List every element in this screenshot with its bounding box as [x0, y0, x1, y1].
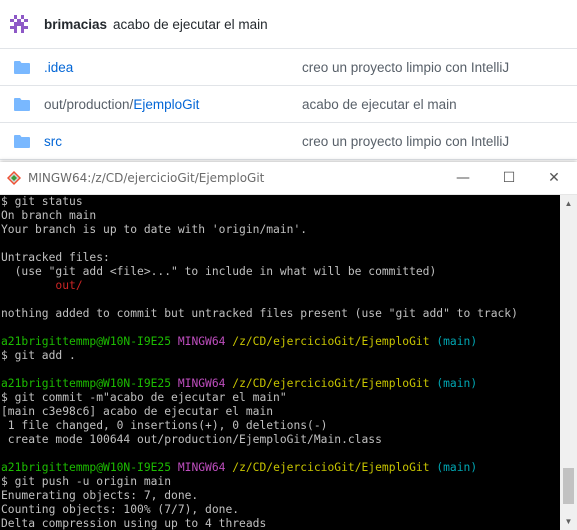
- terminal-line: Untracked files:: [1, 251, 561, 265]
- terminal-text: a21brigittemmp@W10N-I9E25: [1, 335, 172, 348]
- terminal-line: Enumerating objects: 7, done.: [1, 489, 561, 503]
- terminal-text: a21brigittemmp@W10N-I9E25: [1, 377, 172, 390]
- terminal-line: [main c3e98c6] acabo de ejecutar el main: [1, 405, 561, 419]
- terminal-line: out/: [1, 279, 561, 293]
- file-commit-message-link[interactable]: creo un proyecto limpio con IntelliJ: [302, 60, 509, 75]
- folder-icon: [14, 60, 30, 74]
- file-commit-message-link[interactable]: acabo de ejecutar el main: [302, 97, 457, 112]
- terminal-text: Counting objects: 100% (7/7), done.: [1, 503, 240, 516]
- terminal-text: (main): [429, 335, 478, 348]
- terminal-text: $ git commit -m"acabo de ejecutar el mai…: [1, 391, 287, 404]
- terminal-text: Enumerating objects: 7, done.: [1, 489, 199, 502]
- file-name-suffix: EjemploGit: [133, 96, 200, 112]
- terminal-window: MINGW64:/z/CD/ejercicioGit/EjemploGit — …: [0, 162, 577, 530]
- terminal-line: nothing added to commit but untracked fi…: [1, 307, 561, 321]
- file-row-out-production[interactable]: out/production/EjemploGit acabo de ejecu…: [0, 86, 577, 123]
- terminal-text: nothing added to commit but untracked fi…: [1, 307, 518, 320]
- window-title: MINGW64:/z/CD/ejercicioGit/EjemploGit: [28, 171, 265, 185]
- commit-author-link[interactable]: brimacias: [44, 17, 107, 32]
- file-name-link[interactable]: .idea: [44, 60, 300, 75]
- file-commit-message-link[interactable]: creo un proyecto limpio con IntelliJ: [302, 134, 509, 149]
- terminal-line: a21brigittemmp@W10N-I9E25 MINGW64 /z/CD/…: [1, 461, 561, 475]
- file-name-link[interactable]: out/production/EjemploGit: [44, 97, 300, 112]
- scroll-up-arrow-icon[interactable]: ▲: [560, 195, 577, 212]
- terminal-line: $ git add .: [1, 349, 561, 363]
- terminal-text: $ git status: [1, 195, 83, 208]
- avatar[interactable]: [10, 15, 28, 33]
- terminal-output[interactable]: $ git status On branch main Your branch is…: [0, 195, 561, 530]
- terminal-text: MINGW64: [171, 377, 226, 390]
- terminal-text: /z/CD/ejercicioGit/EjemploGit: [225, 377, 430, 390]
- latest-commit-row: brimacias acabo de ejecutar el main: [0, 0, 577, 49]
- terminal-line: a21brigittemmp@W10N-I9E25 MINGW64 /z/CD/…: [1, 377, 561, 391]
- terminal-text: create mode 100644 out/production/Ejempl…: [1, 433, 382, 446]
- terminal-text: $ git add .: [1, 349, 76, 362]
- commit-message-link[interactable]: acabo de ejecutar el main: [113, 17, 268, 32]
- terminal-text: /z/CD/ejercicioGit/EjemploGit: [225, 461, 430, 474]
- terminal-text: Untracked files:: [1, 251, 110, 264]
- terminal-line: Counting objects: 100% (7/7), done.: [1, 503, 561, 517]
- terminal-text: (main): [429, 377, 478, 390]
- terminal-text: $ git push -u origin main: [1, 475, 172, 488]
- folder-icon: [14, 134, 30, 148]
- scroll-thumb[interactable]: [563, 468, 574, 504]
- terminal-text: a21brigittemmp@W10N-I9E25: [1, 461, 172, 474]
- terminal-line: Delta compression using up to 4 threads: [1, 517, 561, 530]
- repo-file-browser: brimacias acabo de ejecutar el main .ide…: [0, 0, 577, 162]
- window-titlebar[interactable]: MINGW64:/z/CD/ejercicioGit/EjemploGit — …: [0, 162, 577, 195]
- terminal-text: Your branch is up to date with 'origin/m…: [1, 223, 308, 236]
- terminal-text: out/: [1, 279, 83, 292]
- terminal-line: $ git status: [1, 195, 561, 209]
- terminal-scrollbar[interactable]: ▲ ▼: [560, 195, 577, 530]
- terminal-line: $ git push -u origin main: [1, 475, 561, 489]
- terminal-line: create mode 100644 out/production/Ejempl…: [1, 433, 561, 447]
- terminal-text: On branch main: [1, 209, 97, 222]
- terminal-text: /z/CD/ejercicioGit/EjemploGit: [225, 335, 430, 348]
- terminal-text: (use "git add <file>..." to include in w…: [1, 265, 437, 278]
- maximize-button[interactable]: ☐: [486, 162, 532, 194]
- terminal-line: a21brigittemmp@W10N-I9E25 MINGW64 /z/CD/…: [1, 335, 561, 349]
- folder-icon: [14, 97, 30, 111]
- terminal-line: $ git commit -m"acabo de ejecutar el mai…: [1, 391, 561, 405]
- terminal-text: [main c3e98c6] acabo de ejecutar el main: [1, 405, 274, 418]
- git-bash-icon: [6, 170, 22, 186]
- terminal-text: MINGW64: [171, 335, 226, 348]
- terminal-text: (main): [429, 461, 478, 474]
- file-row-idea[interactable]: .idea creo un proyecto limpio con Intell…: [0, 49, 577, 86]
- close-button[interactable]: ✕: [531, 162, 577, 194]
- terminal-line: 1 file changed, 0 insertions(+), 0 delet…: [1, 419, 561, 433]
- terminal-line: Your branch is up to date with 'origin/m…: [1, 223, 561, 237]
- minimize-button[interactable]: —: [440, 162, 486, 194]
- terminal-line: (use "git add <file>..." to include in w…: [1, 265, 561, 279]
- terminal-line: On branch main: [1, 209, 561, 223]
- terminal-text: MINGW64: [171, 461, 226, 474]
- file-row-src[interactable]: src creo un proyecto limpio con IntelliJ: [0, 123, 577, 160]
- terminal-text: Delta compression using up to 4 threads: [1, 517, 267, 530]
- file-name-link[interactable]: src: [44, 134, 300, 149]
- terminal-text: 1 file changed, 0 insertions(+), 0 delet…: [1, 419, 328, 432]
- scroll-down-arrow-icon[interactable]: ▼: [560, 513, 577, 530]
- file-name-prefix: out/production/: [44, 96, 134, 112]
